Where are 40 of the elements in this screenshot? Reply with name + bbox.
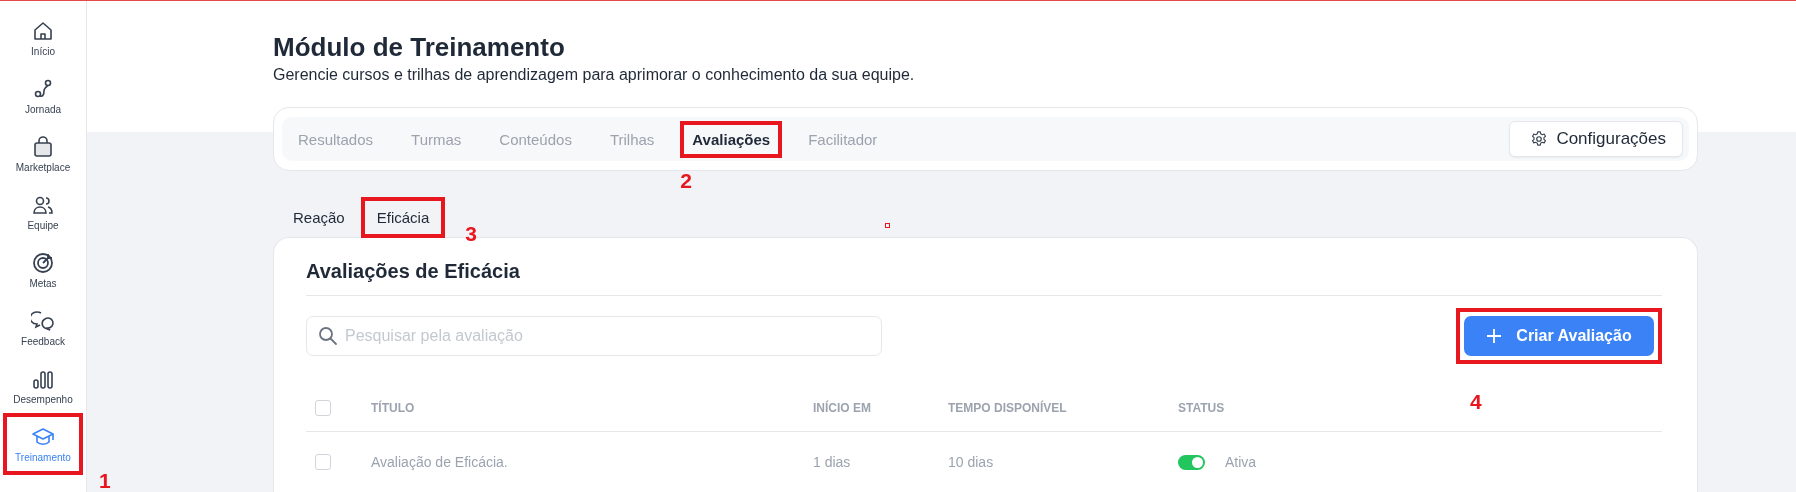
column-header: INÍCIO EM xyxy=(813,400,871,415)
sidebar-item[interactable]: Equipe xyxy=(7,187,79,237)
table-cell: 10 dias xyxy=(948,454,994,470)
target-icon xyxy=(31,251,55,275)
chat-icon xyxy=(31,309,55,333)
column-header: TÍTULO xyxy=(371,400,415,415)
table-cell: Avaliação de Eficácia. xyxy=(371,454,508,470)
sidebar-item[interactable]: Início xyxy=(7,13,79,63)
annotation-number: 2 xyxy=(680,169,693,191)
sidebar-item[interactable]: Marketplace xyxy=(7,129,79,179)
plus-icon xyxy=(1486,328,1503,344)
sidebar-item[interactable]: Metas xyxy=(7,245,79,295)
page-subtitle: Gerencie cursos e trilhas de aprendizagem para aprimorar o conhecimento da sua equipe. xyxy=(273,66,916,84)
status-label: Ativa xyxy=(1225,454,1257,470)
settings-button[interactable]: Configurações xyxy=(1509,121,1683,157)
sidebar-item[interactable]: Feedback xyxy=(7,303,79,353)
page-title: Módulo de Treinamento xyxy=(273,31,566,63)
sidebar-item[interactable]: Jornada xyxy=(7,71,79,121)
column-header: TEMPO DISPONÍVEL xyxy=(948,400,1067,415)
search-field[interactable]: Pesquisar pela avaliação xyxy=(306,316,882,356)
annotation-number: 4 xyxy=(1470,391,1482,412)
checkbox[interactable] xyxy=(315,399,331,416)
sidebar-item[interactable]: Treinamento xyxy=(7,419,79,469)
annotation-number: 3 xyxy=(465,222,477,244)
toggle-switch[interactable] xyxy=(1178,454,1205,470)
checkbox[interactable] xyxy=(315,454,331,470)
column-header: STATUS xyxy=(1178,400,1225,415)
card-title: Avaliações de Eficácia xyxy=(306,260,1662,296)
house-icon xyxy=(31,19,55,43)
sub-tab[interactable]: Reação xyxy=(283,202,355,232)
bag-icon xyxy=(31,135,55,159)
annotation-number: 1 xyxy=(99,470,111,491)
sidebar-item[interactable]: Desempenho xyxy=(7,361,79,411)
create-button[interactable]: Criar Avaliação xyxy=(1464,316,1654,356)
tab[interactable]: Avaliações xyxy=(684,124,779,154)
settings-icon xyxy=(1530,130,1549,148)
annotation-square xyxy=(885,223,890,228)
search-icon xyxy=(318,326,338,346)
table-cell: 1 dias xyxy=(813,454,851,470)
sub-tab[interactable]: Eficácia xyxy=(366,202,440,232)
